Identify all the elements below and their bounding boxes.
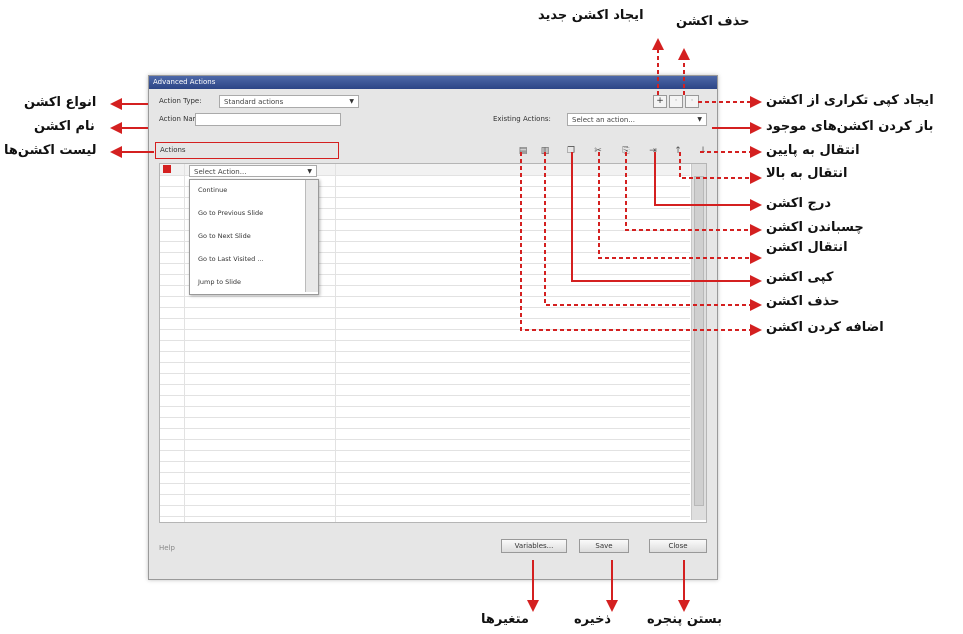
annotation-create-new: ایجاد اکشن جدید — [538, 8, 644, 23]
annotation-add: اضافه کردن اکشن — [766, 320, 884, 335]
annotation-action-list: لیست اکشن‌ها — [4, 143, 97, 158]
annotation-delete: حذف اکشن — [766, 294, 840, 309]
arrow-move-up — [679, 152, 762, 184]
annotation-move-up: انتقال به بالا — [766, 166, 848, 181]
arrow-paste — [625, 152, 762, 236]
arrow-insert — [654, 152, 762, 211]
annotation-copy: کپی اکشن — [766, 270, 834, 285]
arrow-copy — [571, 152, 762, 287]
annotation-action-name: نام اکشن — [34, 119, 95, 134]
annotation-move-down: انتقال به پایین — [766, 143, 860, 158]
annotation-save: ذخیره — [574, 612, 612, 627]
annotation-open-existing: باز کردن اکشن‌های موجود — [766, 119, 934, 134]
annotation-paste: چسباندن اکشن — [766, 220, 864, 235]
annotation-variables: متغیرها — [481, 612, 529, 627]
annotation-insert: درج اکشن — [766, 196, 831, 211]
annotation-delete-action: حذف اکشن — [676, 14, 750, 29]
annotation-action-types: انواع اکشن — [24, 95, 97, 110]
annotation-cut: انتقال اکشن — [766, 240, 848, 255]
annotation-duplicate: ایجاد کپی تکراری از اکشن — [766, 93, 934, 108]
arrow-delete — [544, 152, 762, 311]
annotation-close-window: بستن پنجره — [647, 612, 722, 627]
